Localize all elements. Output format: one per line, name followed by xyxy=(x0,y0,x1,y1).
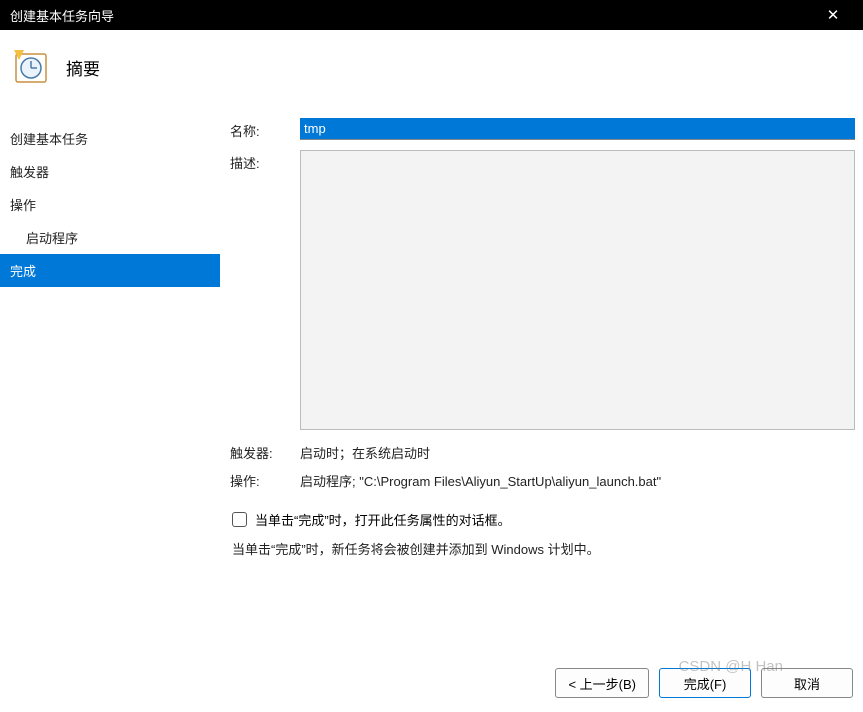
wizard-footer: < 上一步(B) 完成(F) 取消 xyxy=(0,658,863,712)
name-label: 名称: xyxy=(230,118,300,140)
sidebar-item-action[interactable]: 操作 xyxy=(0,188,220,221)
trigger-label: 触发器: xyxy=(230,440,300,462)
desc-label: 描述: xyxy=(230,150,300,172)
clock-icon xyxy=(12,48,50,86)
checkbox-icon[interactable] xyxy=(232,512,247,527)
open-properties-checkbox-row[interactable]: 当单击“完成”时，打开此任务属性的对话框。 xyxy=(230,510,855,529)
page-title: 摘要 xyxy=(66,55,100,80)
wizard-content: 名称: 描述: 触发器: 启动时；在系统启动时 操作: 启动程序; "C:\Pr… xyxy=(220,118,863,658)
finish-button[interactable]: 完成(F) xyxy=(659,668,751,698)
name-input[interactable] xyxy=(300,118,855,140)
wizard-header: 摘要 xyxy=(0,30,863,118)
cancel-button[interactable]: 取消 xyxy=(761,668,853,698)
trigger-value: 启动时；在系统启动时 xyxy=(300,440,855,462)
sidebar-item-start-program[interactable]: 启动程序 xyxy=(0,221,220,254)
sidebar-item-create-task[interactable]: 创建基本任务 xyxy=(0,122,220,155)
action-value: 启动程序; "C:\Program Files\Aliyun_StartUp\a… xyxy=(300,468,855,490)
sidebar-item-finish[interactable]: 完成 xyxy=(0,254,220,287)
wizard-note: 当单击“完成”时，新任务将会被创建并添加到 Windows 计划中。 xyxy=(230,539,855,558)
sidebar-item-trigger[interactable]: 触发器 xyxy=(0,155,220,188)
checkbox-label: 当单击“完成”时，打开此任务属性的对话框。 xyxy=(255,510,511,529)
wizard-sidebar: 创建基本任务 触发器 操作 启动程序 完成 xyxy=(0,118,220,658)
back-button[interactable]: < 上一步(B) xyxy=(555,668,649,698)
close-icon[interactable]: ✕ xyxy=(813,6,853,24)
titlebar: 创建基本任务向导 ✕ xyxy=(0,0,863,30)
action-label: 操作: xyxy=(230,468,300,490)
window-title: 创建基本任务向导 xyxy=(10,6,813,25)
desc-textarea[interactable] xyxy=(300,150,855,430)
